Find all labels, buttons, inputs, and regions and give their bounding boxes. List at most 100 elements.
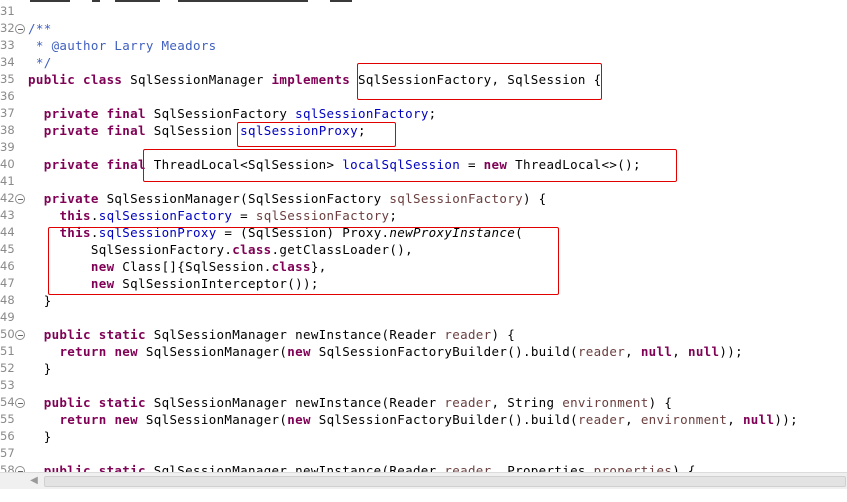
code-token: null [640, 344, 673, 359]
fold-collapse-icon[interactable] [15, 330, 25, 340]
code-text: public class SqlSessionManager implement… [28, 71, 602, 88]
code-token: new [90, 259, 115, 274]
code-token: static [98, 395, 146, 410]
code-token: SqlSessionManager newInstance(Reader [145, 327, 445, 342]
code-text: return new SqlSessionManager(new SqlSess… [28, 411, 798, 428]
code-line[interactable]: 37 private final SqlSessionFactory sqlSe… [0, 105, 847, 122]
code-text: private final SqlSession sqlSessionProxy… [28, 122, 366, 139]
code-token: = [460, 157, 484, 172]
code-line[interactable]: 38 private final SqlSession sqlSessionPr… [0, 122, 847, 139]
code-token: sqlSessionProxy [98, 225, 217, 240]
line-number: 43 [0, 208, 15, 222]
code-token: class [83, 72, 123, 87]
code-token: SqlSessionManager newInstance(Reader [145, 463, 445, 472]
code-token: ( [515, 225, 523, 240]
code-line[interactable]: 44 this.sqlSessionProxy = (SqlSession) P… [0, 224, 847, 241]
code-line[interactable]: 53 [0, 377, 847, 394]
code-token: new [114, 344, 139, 359]
code-line[interactable]: 55 return new SqlSessionManager(new SqlS… [0, 411, 847, 428]
code-line[interactable]: 33 * @author Larry Meadors [0, 37, 847, 54]
line-number: 48 [0, 293, 15, 307]
line-number: 49 [0, 310, 15, 324]
code-line[interactable]: 45 SqlSessionFactory.class.getClassLoade… [0, 241, 847, 258]
code-token: final [106, 123, 146, 138]
code-line[interactable]: 46 new Class[]{SqlSession.class}, [0, 258, 847, 275]
code-token: */ [28, 55, 52, 70]
code-line[interactable]: 56 } [0, 428, 847, 445]
line-number: 56 [0, 429, 15, 443]
fold-collapse-icon[interactable] [15, 24, 25, 34]
line-number: 51 [0, 344, 15, 358]
code-token: ; [428, 106, 437, 121]
code-line[interactable]: 47 new SqlSessionInterceptor()); [0, 275, 847, 292]
code-token: public [43, 395, 91, 410]
code-line[interactable]: 54 public static SqlSessionManager newIn… [0, 394, 847, 411]
code-line[interactable]: 48 } [0, 292, 847, 309]
line-number: 47 [0, 276, 15, 290]
code-line[interactable]: 57 [0, 445, 847, 462]
code-token: sqlSessionFactory [295, 106, 429, 121]
triangle-left-icon: ◀ [30, 475, 38, 486]
code-token: ) { [672, 463, 696, 472]
code-line[interactable]: 35 public class SqlSessionManager impleme… [0, 71, 847, 88]
code-token: SqlSessionFactoryBuilder().build( [310, 344, 578, 359]
scrollbar-thumb[interactable] [44, 476, 846, 487]
line-number: 38 [0, 123, 15, 137]
code-token: SqlSessionFactory. [28, 242, 233, 257]
code-token: private [43, 106, 99, 121]
code-line[interactable]: 50 public static SqlSessionManager newIn… [0, 326, 847, 343]
scroll-left-button[interactable]: ◀ [26, 473, 42, 489]
code-line[interactable]: 41 [0, 173, 847, 190]
code-token: new [114, 412, 139, 427]
code-text: this.sqlSessionProxy = (SqlSession) Prox… [28, 224, 523, 241]
code-token: SqlSessionManager( [138, 412, 288, 427]
code-token: this [59, 225, 91, 240]
code-text: private final ThreadLocal<SqlSession> lo… [28, 156, 641, 173]
code-token: . [90, 225, 99, 240]
line-number: 36 [0, 89, 15, 103]
line-number: 55 [0, 412, 15, 426]
line-number: 54 [0, 395, 15, 409]
code-token: static [98, 463, 146, 472]
code-token: localSqlSession [342, 157, 461, 172]
code-token: reader [444, 327, 492, 342]
code-token: sqlSessionFactory [389, 191, 523, 206]
code-line[interactable]: 34 */ [0, 54, 847, 71]
code-editor[interactable]: 31 32/** 33 * @author Larry Meadors 34 */35… [0, 0, 847, 472]
code-token: SqlSessionManager newInstance(Reader [145, 395, 445, 410]
code-line[interactable]: 42 private SqlSessionManager(SqlSessionF… [0, 190, 847, 207]
code-token: class [232, 242, 272, 257]
code-line[interactable]: 43 this.sqlSessionFactory = sqlSessionFa… [0, 207, 847, 224]
code-text: } [28, 292, 52, 309]
code-token: implements [271, 72, 351, 87]
code-token: private [43, 157, 99, 172]
code-line[interactable]: 32 /** [0, 20, 847, 37]
code-token: SqlSessionInterceptor()); [114, 276, 319, 291]
code-line[interactable]: 58 public static SqlSessionManager newIn… [0, 462, 847, 472]
code-token: null [687, 344, 720, 359]
code-line[interactable]: 39 [0, 139, 847, 156]
code-line[interactable]: 52 } [0, 360, 847, 377]
code-token: static [98, 327, 146, 342]
horizontal-scrollbar[interactable]: ◀ [0, 472, 847, 489]
code-line[interactable]: 40 private final ThreadLocal<SqlSession>… [0, 156, 847, 173]
code-token: , [672, 344, 688, 359]
line-number: 53 [0, 378, 15, 392]
code-line[interactable]: 36 [0, 88, 847, 105]
fold-collapse-icon[interactable] [15, 194, 25, 204]
line-number: 35 [0, 72, 15, 86]
code-line[interactable]: 49 [0, 309, 847, 326]
code-line[interactable]: 31 [0, 3, 847, 20]
code-token: SqlSessionManager [122, 72, 272, 87]
code-token: = (SqlSession) Proxy. [216, 225, 390, 240]
fold-collapse-icon[interactable] [15, 398, 25, 408]
code-line[interactable]: 51 return new SqlSessionManager(new SqlS… [0, 343, 847, 360]
code-text: } [28, 428, 52, 445]
